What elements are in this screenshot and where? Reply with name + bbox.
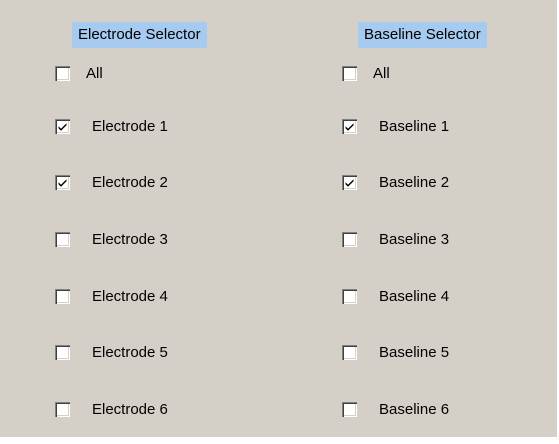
- checkbox-label: Baseline 1: [379, 117, 450, 135]
- checkbox-label: Baseline 3: [379, 230, 450, 248]
- baseline-5-checkbox[interactable]: Baseline 5: [342, 342, 449, 362]
- baseline-3-checkbox[interactable]: Baseline 3: [342, 229, 449, 249]
- checkbox-label: All: [86, 64, 103, 82]
- checkbox-label: Baseline 4: [379, 287, 450, 305]
- baseline-6-checkbox[interactable]: Baseline 6: [342, 399, 449, 419]
- electrode-3-checkbox[interactable]: Electrode 3: [55, 229, 168, 249]
- checkbox-box[interactable]: [342, 231, 357, 247]
- checkbox-box[interactable]: [55, 288, 70, 304]
- checkbox-box[interactable]: [55, 401, 70, 417]
- checkbox-box[interactable]: [55, 174, 70, 190]
- baseline-selector-header: Baseline Selector: [358, 22, 487, 48]
- checkmark-icon: [345, 122, 354, 131]
- checkbox-label: Electrode 6: [92, 400, 168, 418]
- checkbox-box[interactable]: [55, 344, 70, 360]
- checkbox-label: Electrode 3: [92, 230, 168, 248]
- checkbox-label: Baseline 5: [379, 343, 450, 361]
- checkmark-icon: [58, 122, 67, 131]
- baseline-all-checkbox[interactable]: All: [342, 63, 390, 83]
- electrode-6-checkbox[interactable]: Electrode 6: [55, 399, 168, 419]
- checkbox-box[interactable]: [55, 231, 70, 247]
- checkbox-label: Baseline 6: [379, 400, 450, 418]
- checkbox-box[interactable]: [342, 401, 357, 417]
- checkbox-label: All: [373, 64, 390, 82]
- checkbox-box[interactable]: [342, 65, 357, 81]
- checkbox-box[interactable]: [342, 344, 357, 360]
- electrode-4-checkbox[interactable]: Electrode 4: [55, 286, 168, 306]
- checkbox-label: Electrode 4: [92, 287, 168, 305]
- electrode-1-checkbox[interactable]: Electrode 1: [55, 116, 168, 136]
- checkbox-box[interactable]: [55, 118, 70, 134]
- checkbox-label: Baseline 2: [379, 173, 450, 191]
- checkbox-label: Electrode 1: [92, 117, 168, 135]
- checkbox-label: Electrode 2: [92, 173, 168, 191]
- electrode-5-checkbox[interactable]: Electrode 5: [55, 342, 168, 362]
- baseline-1-checkbox[interactable]: Baseline 1: [342, 116, 449, 136]
- electrode-2-checkbox[interactable]: Electrode 2: [55, 172, 168, 192]
- electrode-all-checkbox[interactable]: All: [55, 63, 103, 83]
- electrode-selector-header: Electrode Selector: [72, 22, 207, 48]
- checkbox-label: Electrode 5: [92, 343, 168, 361]
- checkbox-box[interactable]: [342, 174, 357, 190]
- checkbox-box[interactable]: [342, 118, 357, 134]
- baseline-2-checkbox[interactable]: Baseline 2: [342, 172, 449, 192]
- checkmark-icon: [58, 178, 67, 187]
- baseline-4-checkbox[interactable]: Baseline 4: [342, 286, 449, 306]
- checkbox-box[interactable]: [342, 288, 357, 304]
- selector-panel: Electrode Selector Baseline Selector All…: [0, 0, 559, 444]
- checkbox-box[interactable]: [55, 65, 70, 81]
- checkmark-icon: [345, 178, 354, 187]
